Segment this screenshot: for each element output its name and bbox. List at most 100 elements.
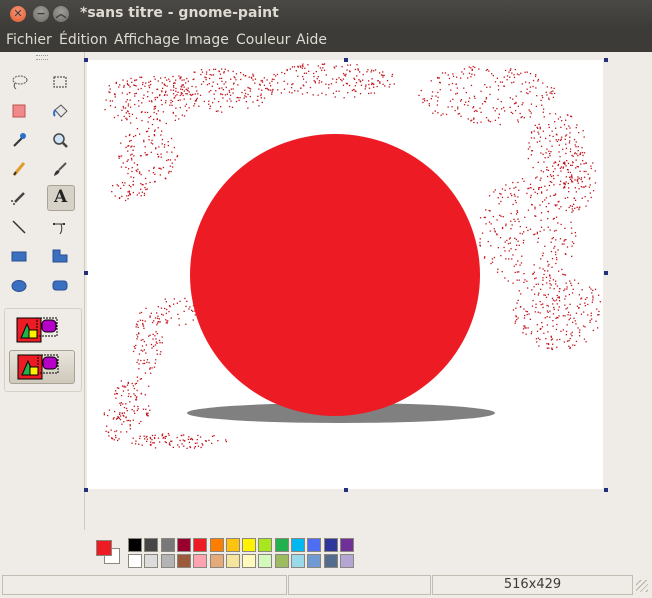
palette-swatch[interactable] xyxy=(274,554,289,568)
spray-dot xyxy=(564,288,566,290)
resize-handle-nw[interactable] xyxy=(84,58,88,62)
fill-mode-filled-button[interactable] xyxy=(9,350,75,384)
palette-swatch[interactable] xyxy=(193,554,208,568)
spray-dot xyxy=(521,103,523,106)
spray-dot xyxy=(159,119,161,121)
palette-swatch[interactable] xyxy=(258,554,273,568)
maximize-window-button[interactable]: ︿ xyxy=(53,6,69,22)
resize-handle-n[interactable] xyxy=(344,58,348,62)
fill-mode-outline-button[interactable] xyxy=(9,314,73,346)
resize-handle-se[interactable] xyxy=(604,488,608,492)
spray-dot xyxy=(125,146,127,149)
palette-swatch[interactable] xyxy=(160,554,175,568)
spray-dot xyxy=(548,124,550,126)
menu-edition[interactable]: Édition xyxy=(59,32,107,48)
palette-swatch[interactable] xyxy=(193,538,208,552)
menu-image[interactable]: Image xyxy=(185,32,229,48)
menu-affichage[interactable]: Affichage xyxy=(114,32,180,48)
palette-swatch[interactable] xyxy=(323,554,338,568)
pencil-tool[interactable] xyxy=(6,157,32,181)
text-tool[interactable]: A xyxy=(47,185,75,211)
palette-swatch[interactable] xyxy=(225,554,240,568)
drawing-canvas[interactable] xyxy=(87,60,603,489)
palette-swatch[interactable] xyxy=(291,538,305,552)
palette-swatch[interactable] xyxy=(307,554,322,568)
palette-swatch[interactable] xyxy=(144,538,159,552)
spray-dot xyxy=(529,73,532,75)
spray-dot xyxy=(546,310,549,312)
line-tool[interactable] xyxy=(6,215,32,239)
palette-swatch[interactable] xyxy=(128,554,142,568)
spray-dot xyxy=(130,186,132,188)
palette-swatch[interactable] xyxy=(209,554,224,568)
palette-swatch[interactable] xyxy=(225,538,240,552)
palette-swatch[interactable] xyxy=(144,554,159,568)
palette-swatch[interactable] xyxy=(258,538,273,552)
spray-dot xyxy=(114,410,116,413)
primary-color-swatch[interactable] xyxy=(96,540,112,556)
palette-swatch[interactable] xyxy=(160,538,175,552)
spray-dot xyxy=(538,345,540,347)
airbrush-tool[interactable] xyxy=(6,186,32,210)
palette-swatch[interactable] xyxy=(339,554,354,568)
spray-dot xyxy=(576,124,578,126)
palette-swatch[interactable] xyxy=(128,538,142,552)
palette-swatch[interactable] xyxy=(323,538,338,552)
rect-select-tool[interactable] xyxy=(47,70,73,94)
resize-handle-s[interactable] xyxy=(344,488,348,492)
minimize-window-button[interactable]: − xyxy=(33,6,49,22)
spray-dot xyxy=(531,331,533,333)
spray-dot xyxy=(232,92,234,94)
spray-dot xyxy=(564,183,566,186)
spray-dot xyxy=(108,85,110,87)
spray-dot xyxy=(140,183,142,185)
palette-swatch[interactable] xyxy=(274,538,289,552)
ellipse-tool[interactable] xyxy=(6,273,32,297)
spray-dot xyxy=(128,194,130,197)
spray-dot xyxy=(538,292,540,294)
menu-fichier[interactable]: Fichier xyxy=(6,32,52,48)
resize-handle-w[interactable] xyxy=(84,271,88,275)
resize-handle-sw[interactable] xyxy=(84,488,88,492)
spray-dot xyxy=(171,162,173,164)
spray-dot xyxy=(160,156,162,158)
palette-swatch[interactable] xyxy=(176,554,191,568)
palette-swatch[interactable] xyxy=(291,554,305,568)
spray-dot xyxy=(115,434,117,437)
spray-dot xyxy=(535,277,537,279)
spray-dot xyxy=(559,156,561,158)
spray-dot xyxy=(179,77,181,79)
spray-dot xyxy=(149,437,152,440)
palette-swatch[interactable] xyxy=(209,538,224,552)
curve-tool[interactable] xyxy=(47,215,73,239)
palette-swatch[interactable] xyxy=(176,538,191,552)
polygon-tool[interactable] xyxy=(47,244,73,268)
lasso-select-tool[interactable] xyxy=(6,70,32,94)
magnifier-tool[interactable] xyxy=(47,128,73,152)
rectangle-tool[interactable] xyxy=(6,244,32,268)
toolbox-grip[interactable] xyxy=(36,55,48,60)
close-window-button[interactable]: ✕ xyxy=(10,6,26,22)
resize-handle-ne[interactable] xyxy=(604,58,608,62)
menu-aide[interactable]: Aide xyxy=(296,32,327,48)
spray-dot xyxy=(128,168,130,170)
brush-tool[interactable] xyxy=(47,157,73,181)
spray-dot xyxy=(589,321,591,323)
fill-bucket-tool[interactable] xyxy=(47,99,73,123)
palette-swatch[interactable] xyxy=(242,554,257,568)
eraser-tool[interactable] xyxy=(6,99,32,123)
resize-handle-e[interactable] xyxy=(604,271,608,275)
spray-dot xyxy=(139,76,141,78)
spray-dot xyxy=(184,105,186,107)
spray-dot xyxy=(197,93,199,95)
palette-swatch[interactable] xyxy=(242,538,257,552)
resize-grip-icon[interactable] xyxy=(636,580,648,592)
menu-couleur[interactable]: Couleur xyxy=(236,32,290,48)
current-colors xyxy=(94,536,124,568)
color-picker-tool[interactable] xyxy=(6,128,32,152)
rounded-rect-tool[interactable] xyxy=(47,273,73,297)
spray-dot xyxy=(569,205,572,207)
palette-swatch[interactable] xyxy=(339,538,354,552)
palette-swatch[interactable] xyxy=(307,538,322,552)
spray-dot xyxy=(492,215,494,218)
